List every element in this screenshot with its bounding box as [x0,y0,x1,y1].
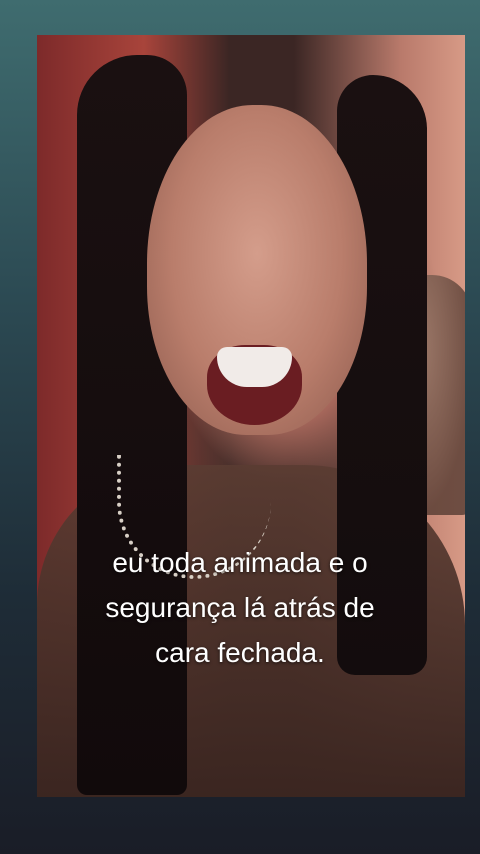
caption-line-2: segurança lá atrás de [105,592,375,623]
caption-line-1: eu toda animada e o [112,547,368,578]
caption-line-3: cara fechada. [155,637,325,668]
video-photo [37,35,465,797]
story-video-frame[interactable] [37,35,465,797]
story-caption: eu toda animada e o segurança lá atrás d… [0,540,480,675]
